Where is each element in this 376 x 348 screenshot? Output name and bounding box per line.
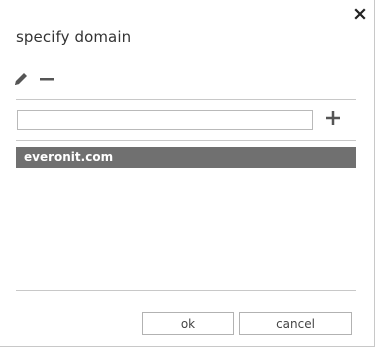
plus-icon — [326, 111, 340, 125]
domain-input[interactable] — [17, 110, 313, 130]
remove-button[interactable] — [38, 70, 56, 88]
dialog-title: specify domain — [16, 28, 132, 46]
close-icon-glyph — [354, 8, 366, 20]
domain-list: everonit.com — [16, 147, 356, 168]
separator — [16, 99, 356, 100]
ok-button[interactable]: ok — [142, 312, 234, 335]
separator — [16, 140, 356, 141]
add-button[interactable] — [324, 109, 342, 127]
toolbar — [12, 70, 56, 88]
pencil-icon — [15, 73, 27, 85]
minus-icon — [40, 78, 54, 81]
separator — [16, 290, 356, 291]
specify-domain-dialog: specify domain everonit.com ok cancel — [0, 0, 375, 347]
edit-button[interactable] — [12, 70, 30, 88]
close-icon[interactable] — [354, 5, 366, 20]
cancel-button[interactable]: cancel — [239, 312, 352, 335]
list-item[interactable]: everonit.com — [16, 147, 356, 168]
